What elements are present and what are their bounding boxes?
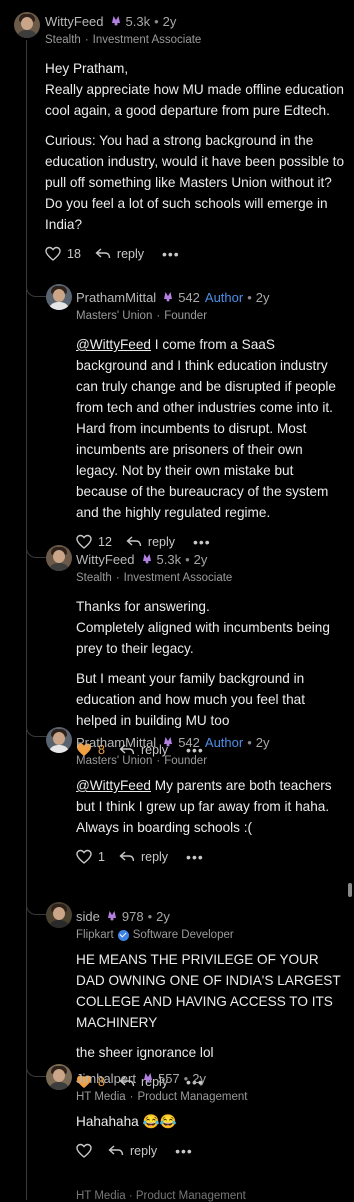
comment-age: 2y: [255, 734, 270, 750]
thread-branch: [26, 712, 47, 737]
like-count: 12: [98, 535, 112, 549]
reply-button[interactable]: reply: [148, 535, 175, 549]
comment-body: Hahahaha 😂😂: [76, 1111, 346, 1132]
company: Stealth: [76, 572, 112, 584]
comment-paragraph: Curious: You had a strong background in …: [45, 133, 345, 232]
avatar[interactable]: [46, 545, 72, 571]
comment: WittyFeed 5.3k • 2y Stealth · Investment …: [45, 13, 345, 263]
role: Founder: [164, 310, 208, 322]
thread-branch: [26, 533, 47, 558]
comment: side 978 • 2y Flipkart Software Develope…: [76, 907, 346, 1092]
karma-icon: [109, 13, 123, 30]
username[interactable]: PrathamMittal: [76, 735, 156, 750]
heart-icon[interactable]: [76, 534, 92, 550]
karma-icon: [105, 908, 119, 925]
company: Stealth: [45, 34, 81, 46]
comment-body: Thanks for answering. Completely aligned…: [76, 596, 346, 731]
karma-count: 557: [157, 1070, 180, 1086]
avatar[interactable]: [46, 727, 72, 753]
role: Software Developer: [132, 929, 234, 941]
comment: Jimhalpert 557 • 2y HT Media · Product Ma…: [76, 1069, 346, 1161]
comment-body: Hey Pratham, Really appreciate how MU ma…: [45, 58, 345, 235]
comment-age: 2y: [193, 551, 208, 567]
company: Masters' Union: [76, 310, 153, 322]
author-badge: Author: [204, 289, 244, 305]
like-count: 18: [67, 247, 81, 261]
heart-icon[interactable]: [45, 246, 61, 262]
avatar[interactable]: [46, 284, 72, 310]
avatar[interactable]: [46, 1064, 72, 1090]
reply-button[interactable]: reply: [141, 850, 168, 864]
comment-age: 2y: [162, 13, 177, 29]
karma-icon: [141, 1070, 155, 1087]
reply-icon[interactable]: [108, 1144, 124, 1158]
comment-text: I come from a SaaS background and I thin…: [76, 337, 336, 520]
more-options-button[interactable]: •••: [193, 534, 211, 550]
mention-link[interactable]: @WittyFeed: [76, 778, 151, 793]
thread-branch: [26, 1052, 47, 1077]
role: Product Management: [137, 1091, 248, 1103]
role: Investment Associate: [92, 34, 202, 46]
comment-body: @WittyFeed My parents are both teachers …: [76, 775, 346, 838]
thread-line: [26, 40, 27, 1200]
scrollbar-thumb[interactable]: [348, 883, 352, 897]
karma-count: 978: [121, 908, 144, 924]
role: Founder: [164, 755, 208, 767]
reply-icon[interactable]: [126, 535, 142, 549]
comment-paragraph: HE MEANS THE PRIVILEGE OF YOUR DAD OWNIN…: [76, 952, 341, 1030]
comment-age: 2y: [255, 289, 270, 305]
comment: PrathamMittal 542 Author • 2y Masters' U…: [76, 288, 346, 552]
cutoff-subtitle: HT Media · Product Management: [76, 1190, 246, 1202]
like-count: 1: [98, 850, 105, 864]
karma-count: 542: [178, 289, 200, 305]
heart-icon[interactable]: [76, 1143, 92, 1159]
comment: PrathamMittal 542 Author • 2y Masters' U…: [76, 733, 346, 867]
company: HT Media: [76, 1091, 126, 1103]
karma-icon: [140, 551, 154, 568]
reply-button[interactable]: reply: [117, 247, 144, 261]
role: Investment Associate: [123, 572, 233, 584]
thread-branch: [26, 890, 47, 915]
comment-paragraph: the sheer ignorance lol: [76, 1045, 214, 1060]
karma-count: 5.3k: [125, 13, 151, 29]
username[interactable]: WittyFeed: [45, 14, 104, 29]
thread-branch: [26, 272, 47, 297]
avatar[interactable]: [14, 12, 40, 38]
username[interactable]: Jimhalpert: [76, 1071, 136, 1086]
comment-body: HE MEANS THE PRIVILEGE OF YOUR DAD OWNIN…: [76, 949, 346, 1063]
karma-count: 5.3k: [156, 551, 182, 567]
comment: WittyFeed 5.3k • 2y Stealth · Investment …: [76, 550, 346, 760]
comment-body: @WittyFeed I come from a SaaS background…: [76, 334, 346, 523]
reply-icon[interactable]: [95, 247, 111, 261]
author-badge: Author: [204, 734, 244, 750]
comment-paragraph: Hahahaha 😂😂: [76, 1114, 177, 1129]
karma-icon: [161, 734, 175, 751]
more-options-button[interactable]: •••: [175, 1143, 193, 1159]
karma-count: 542: [178, 734, 200, 750]
username[interactable]: PrathamMittal: [76, 290, 156, 305]
comment-paragraph: But I meant your family background in ed…: [76, 671, 305, 728]
comment-paragraph: Thanks for answering. Completely aligned…: [76, 599, 330, 656]
comment-paragraph: Hey Pratham, Really appreciate how MU ma…: [45, 61, 344, 118]
reply-button[interactable]: reply: [130, 1144, 157, 1158]
company: Masters' Union: [76, 755, 153, 767]
heart-icon[interactable]: [76, 849, 92, 865]
more-options-button[interactable]: •••: [162, 246, 180, 262]
company: Flipkart: [76, 929, 114, 941]
comment-age: 2y: [156, 908, 170, 924]
mention-link[interactable]: @WittyFeed: [76, 337, 151, 352]
more-options-button[interactable]: •••: [186, 849, 204, 865]
username[interactable]: WittyFeed: [76, 552, 135, 567]
username[interactable]: side: [76, 909, 100, 924]
comment-age: 2y: [192, 1070, 206, 1086]
reply-icon[interactable]: [119, 850, 135, 864]
karma-icon: [161, 289, 175, 306]
avatar[interactable]: [46, 902, 72, 928]
verified-badge-icon: [117, 929, 129, 941]
